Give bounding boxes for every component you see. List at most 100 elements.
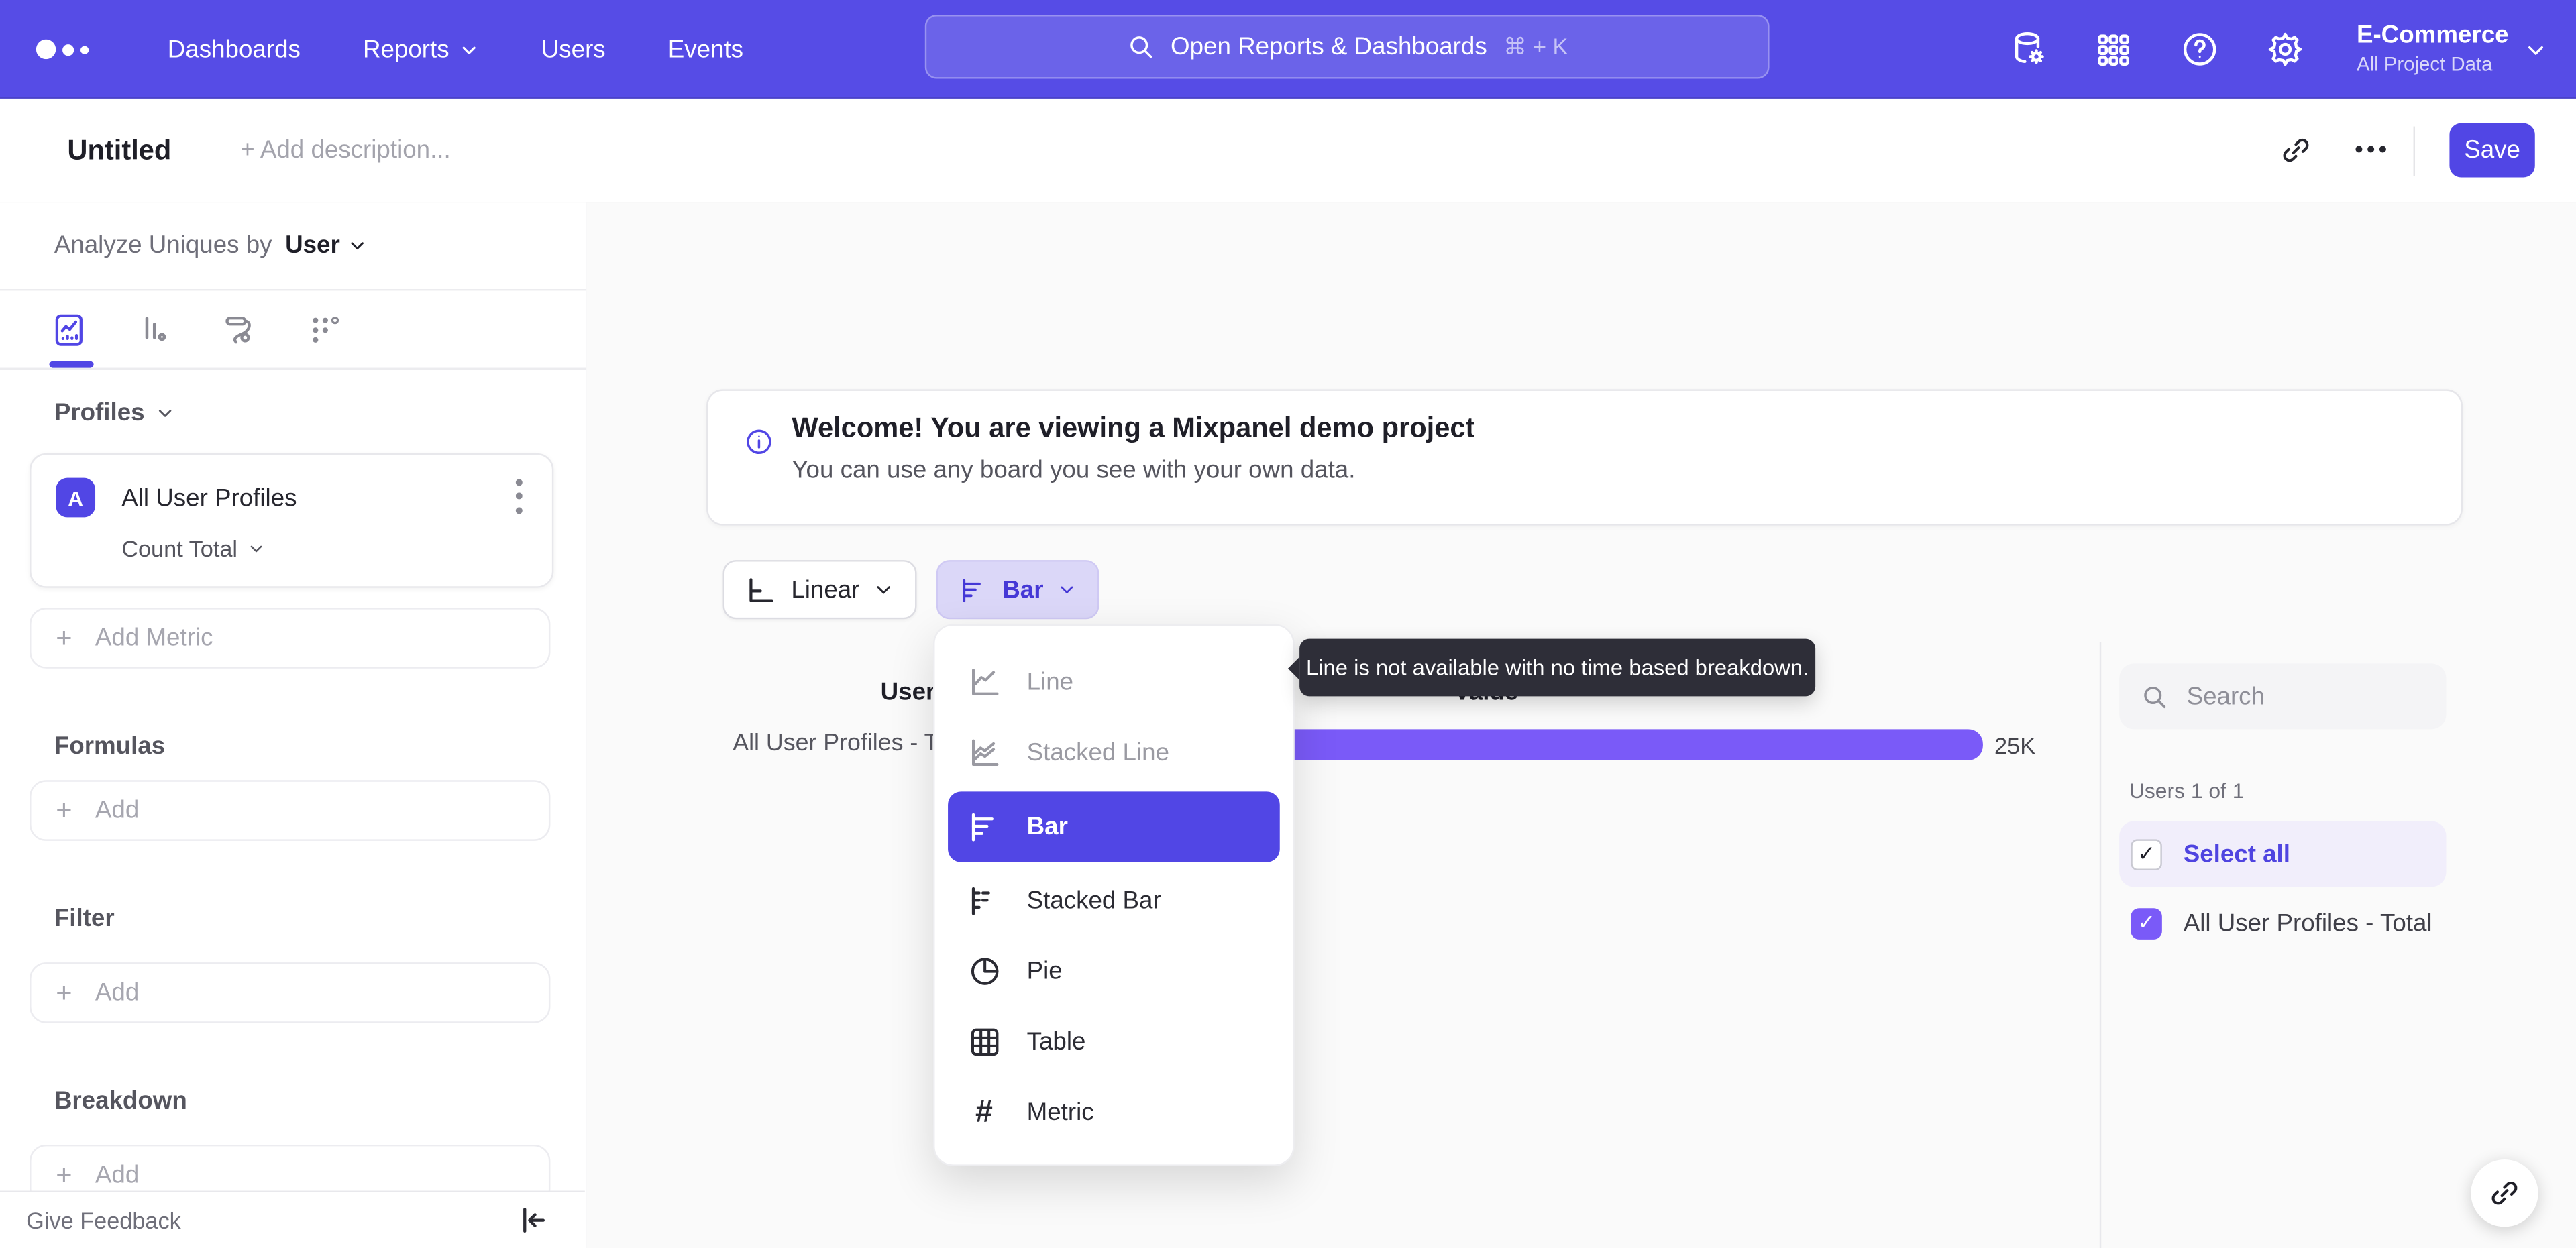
chevron-down-icon — [1061, 586, 1073, 593]
nav-reports[interactable]: Reports — [363, 36, 479, 63]
stacked-bar-chart-icon — [966, 883, 1002, 919]
demo-banner: Welcome! You are viewing a Mixpanel demo… — [706, 389, 2463, 526]
banner-subtitle: You can use any board you see with your … — [792, 456, 1356, 485]
save-button[interactable]: Save — [2449, 123, 2535, 178]
search-icon — [2144, 685, 2166, 707]
select-all-checkbox[interactable]: ✓ — [2131, 838, 2162, 870]
add-metric-button[interactable]: + Add Metric — [30, 608, 551, 669]
settings-gear-icon[interactable] — [2265, 29, 2306, 70]
chart-type-button[interactable]: Bar — [936, 560, 1099, 620]
add-filter-button[interactable]: + Add — [30, 962, 551, 1023]
menu-item-bar[interactable]: Bar — [948, 791, 1280, 862]
metric-kebab-menu[interactable]: • • • — [506, 471, 532, 523]
report-title[interactable]: Untitled — [67, 134, 171, 167]
chevron-down-icon — [351, 242, 364, 250]
chevron-down-icon — [158, 410, 172, 417]
give-feedback-link[interactable]: Give Feedback — [26, 1207, 181, 1233]
report-header: Untitled + Add description... ••• Save — [0, 98, 2576, 204]
profiles-section-header[interactable]: Profiles — [0, 399, 586, 427]
query-sidebar: Analyze Uniques by User Profiles A All U… — [0, 202, 588, 1248]
divider — [2099, 642, 2102, 1248]
mixpanel-app: Dashboards Reports Users Events Open Rep… — [0, 0, 2576, 1248]
apps-grid-icon[interactable] — [2094, 29, 2135, 70]
search-placeholder: Search — [2186, 682, 2265, 711]
menu-item-line[interactable]: Line — [948, 647, 1280, 718]
aggregation-select[interactable]: Count Total — [121, 535, 552, 561]
metric-badge: A — [56, 478, 96, 518]
filter-section-header: Filter — [54, 905, 115, 933]
bar-columns-icon — [145, 315, 166, 340]
series-count-label: Users 1 of 1 — [2129, 778, 2245, 803]
report-canvas: Welcome! You are viewing a Mixpanel demo… — [586, 202, 2576, 1248]
series-label: All User Profiles - Total — [2183, 909, 2432, 938]
disabled-option-tooltip: Line is not available with no time based… — [1288, 638, 1816, 697]
add-description[interactable]: + Add description... — [240, 136, 450, 164]
plus-icon: + — [56, 976, 72, 1008]
flows-icon — [225, 315, 251, 343]
top-nav: Dashboards Reports Users Events Open Rep… — [0, 0, 2576, 99]
menu-item-stacked-line[interactable]: Stacked Line — [948, 718, 1280, 788]
tab-flows[interactable] — [220, 310, 260, 349]
chart-row-label: All User Profiles - Total — [733, 730, 940, 757]
more-menu-button[interactable]: ••• — [2355, 136, 2390, 164]
menu-item-metric[interactable]: # Metric — [948, 1078, 1280, 1148]
project-selector[interactable]: E-Commerce All Project Data — [2357, 21, 2546, 77]
analyze-entity-select[interactable]: User — [285, 231, 366, 260]
plus-icon: + — [56, 794, 72, 826]
help-icon[interactable] — [2179, 29, 2220, 70]
share-link-button[interactable] — [2471, 1159, 2538, 1227]
metric-card[interactable]: A All User Profiles • • • Count Total — [30, 453, 554, 588]
add-formula-button[interactable]: + Add — [30, 780, 551, 841]
project-name: E-Commerce — [2356, 21, 2509, 50]
hash-metric-icon: # — [975, 1095, 993, 1130]
metric-name[interactable]: All User Profiles — [121, 484, 506, 512]
search-placeholder: Open Reports & Dashboards — [1171, 32, 1487, 61]
menu-item-pie[interactable]: Pie — [948, 936, 1280, 1007]
chevron-down-icon — [463, 46, 476, 54]
active-tab-indicator — [49, 361, 94, 368]
table-icon — [966, 1024, 1002, 1060]
project-scope: All Project Data — [2356, 52, 2493, 76]
insights-chart-icon — [55, 313, 83, 345]
banner-title: Welcome! You are viewing a Mixpanel demo… — [792, 412, 1475, 444]
link-icon — [2491, 1182, 2518, 1205]
chart-bar-value: 25K — [1994, 732, 2036, 759]
global-search-input[interactable]: Open Reports & Dashboards ⌘ + K — [924, 15, 1770, 79]
series-search-input[interactable]: Search — [2119, 663, 2447, 730]
data-management-icon[interactable] — [2008, 29, 2049, 70]
chevron-down-icon — [2528, 45, 2544, 54]
nav-events[interactable]: Events — [668, 36, 743, 64]
info-icon — [744, 427, 773, 457]
series-item-row[interactable]: ✓ All User Profiles - Total — [2119, 890, 2446, 956]
stacked-line-chart-icon — [966, 735, 1002, 771]
chevron-down-icon — [877, 586, 891, 594]
sidebar-footer: Give Feedback — [0, 1190, 585, 1248]
tab-funnels[interactable] — [135, 310, 174, 349]
search-icon — [1130, 36, 1152, 58]
nav-dashboards[interactable]: Dashboards — [168, 36, 301, 64]
line-chart-icon — [966, 665, 1002, 701]
nav-users[interactable]: Users — [541, 36, 606, 64]
chevron-down-icon — [250, 545, 262, 552]
plus-icon: + — [56, 1158, 72, 1190]
bar-chart-icon — [966, 809, 1002, 845]
series-checkbox[interactable]: ✓ — [2131, 907, 2162, 939]
analyze-label: Analyze Uniques by — [54, 231, 272, 260]
tab-insights[interactable] — [49, 310, 89, 349]
mixpanel-logo[interactable] — [36, 39, 89, 60]
select-all-label: Select all — [2183, 840, 2290, 868]
search-shortcut: ⌘ + K — [1503, 32, 1568, 60]
divider — [2413, 125, 2416, 175]
menu-item-table[interactable]: Table — [948, 1007, 1280, 1077]
scale-select-button[interactable]: Linear — [722, 560, 917, 620]
axis-icon — [749, 577, 773, 602]
tab-retention[interactable] — [306, 310, 345, 349]
menu-item-stacked-bar[interactable]: Stacked Bar — [948, 866, 1280, 936]
plus-icon: + — [56, 621, 72, 653]
select-all-row[interactable]: ✓ Select all — [2119, 821, 2447, 887]
pie-chart-icon — [966, 954, 1002, 990]
collapse-sidebar-icon[interactable] — [516, 1204, 549, 1237]
retention-dots-icon — [313, 315, 339, 342]
horizontal-bar-chart-icon — [963, 578, 981, 602]
copy-link-icon[interactable] — [2266, 121, 2325, 180]
